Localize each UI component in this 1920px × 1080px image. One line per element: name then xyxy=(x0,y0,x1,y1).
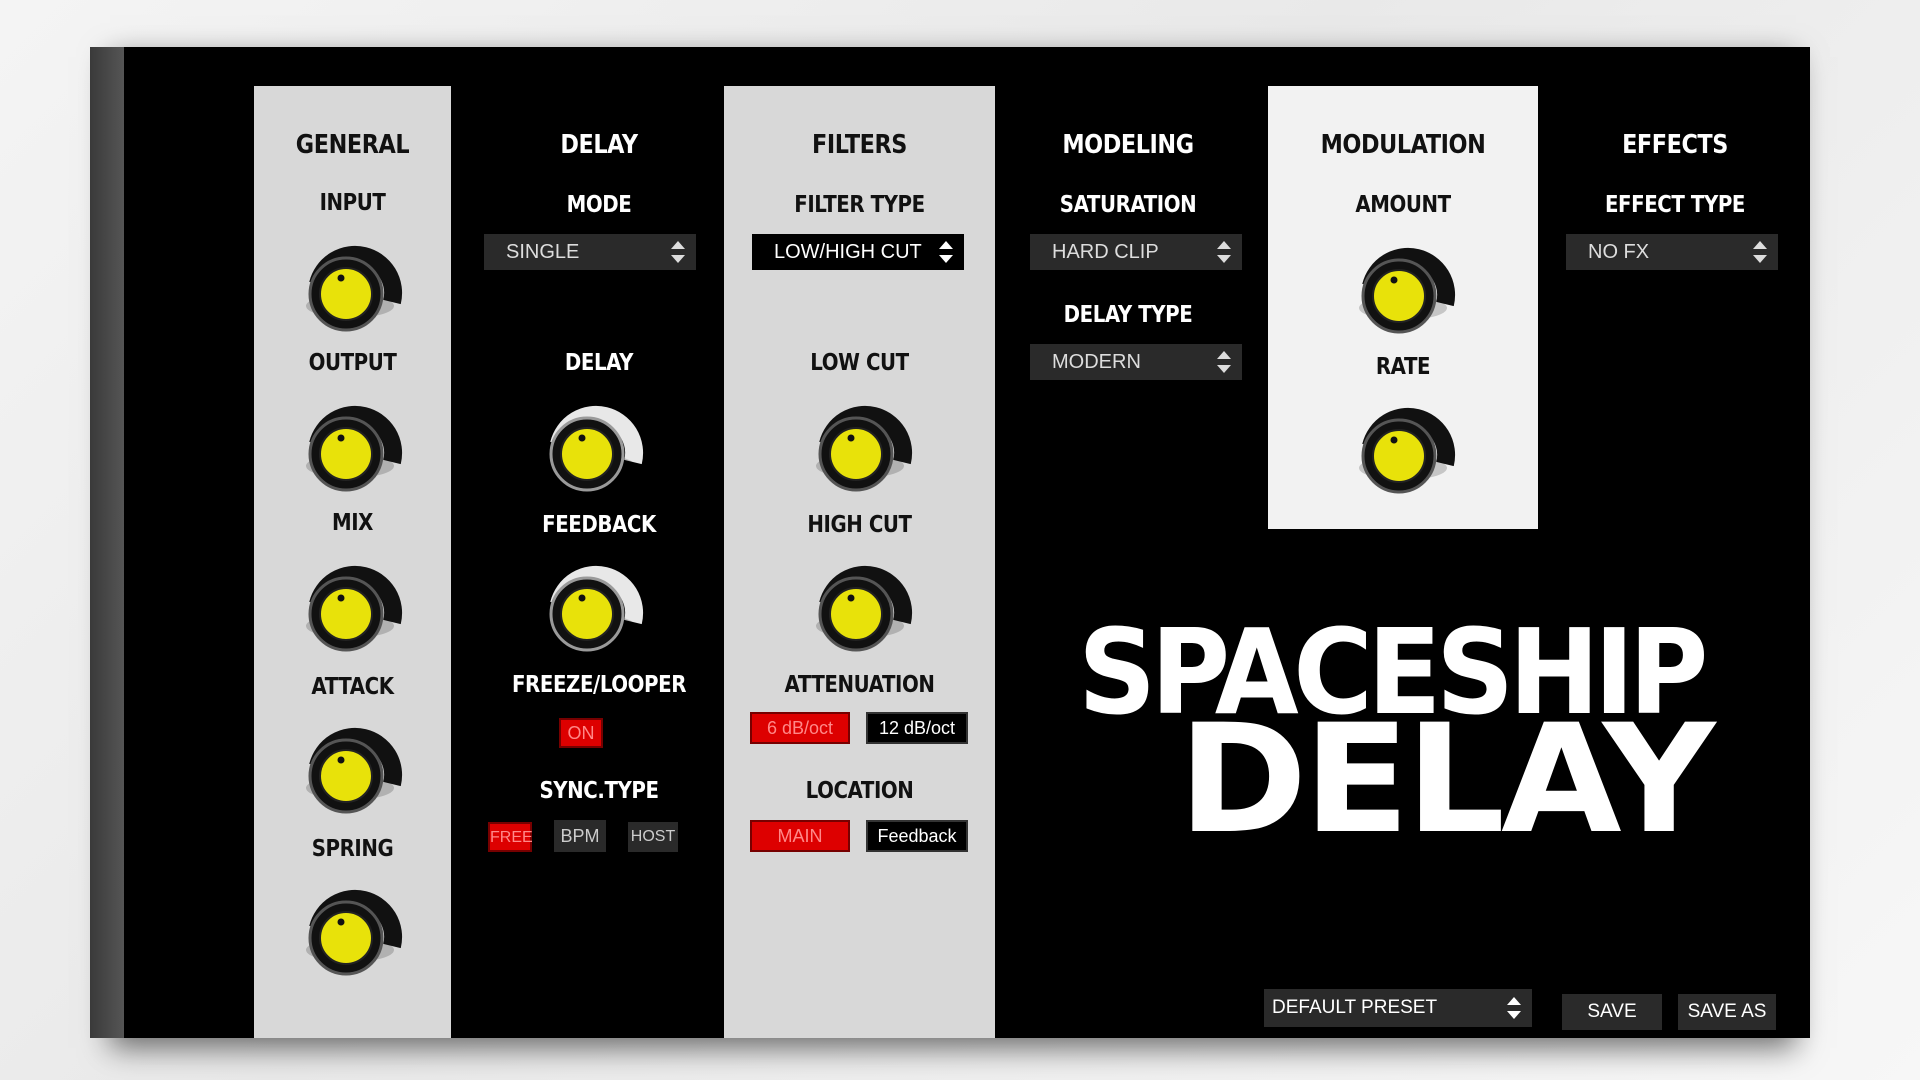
delay-type-select[interactable]: MODERN xyxy=(1030,344,1242,380)
general-panel: GENERAL INPUT OUTPUT MIX ATTACK SPRING xyxy=(254,86,451,1038)
location-main-button[interactable]: MAIN xyxy=(750,820,850,852)
effects-title: EFFECTS xyxy=(1622,130,1728,160)
sync-free-button[interactable]: FREE xyxy=(488,822,533,852)
rate-label: RATE xyxy=(1375,354,1431,380)
mix-knob[interactable] xyxy=(288,542,412,666)
high-cut-knob[interactable] xyxy=(798,542,922,666)
amount-knob[interactable] xyxy=(1341,224,1465,348)
atten-6db-button[interactable]: 6 dB/oct xyxy=(750,712,850,744)
freeze-on-button[interactable]: ON xyxy=(559,718,603,748)
mode-label: MODE xyxy=(566,192,632,218)
filters-title: FILTERS xyxy=(811,130,907,160)
delay-time-knob[interactable] xyxy=(529,382,653,506)
attenuation-label: ATTENUATION xyxy=(784,672,935,698)
effect-type-label: EFFECT TYPE xyxy=(1604,192,1746,218)
feedback-knob[interactable] xyxy=(529,542,653,666)
location-feedback-button[interactable]: Feedback xyxy=(866,820,968,852)
high-cut-label: HIGH CUT xyxy=(807,512,912,538)
atten-12db-button[interactable]: 12 dB/oct xyxy=(866,712,968,744)
low-cut-knob[interactable] xyxy=(798,382,922,506)
freeze-label: FREEZE/LOOPER xyxy=(511,672,687,698)
preset-select[interactable]: DEFAULT PRESET xyxy=(1264,989,1532,1027)
effects-panel: EFFECTS EFFECT TYPE NO FX xyxy=(1544,86,1806,1038)
attack-knob[interactable] xyxy=(288,704,412,828)
preset-value: DEFAULT PRESET xyxy=(1272,997,1438,1018)
modeling-panel: MODELING SATURATION HARD CLIP DELAY TYPE… xyxy=(1004,86,1252,1038)
rate-knob[interactable] xyxy=(1341,384,1465,508)
delay-title: DELAY xyxy=(560,130,638,160)
spring-label: SPRING xyxy=(311,836,394,862)
modulation-title: MODULATION xyxy=(1320,130,1486,160)
filter-type-value: LOW/HIGH CUT xyxy=(774,241,922,263)
select-arrows-icon xyxy=(1507,997,1521,1019)
plugin-window: GENERAL INPUT OUTPUT MIX ATTACK SPRING D… xyxy=(90,47,1810,1038)
brand-title-line2: DELAY xyxy=(1178,693,1716,867)
feedback-label: FEEDBACK xyxy=(542,512,656,538)
general-title: GENERAL xyxy=(295,130,410,160)
plugin-edge xyxy=(90,47,124,1038)
delay-time-label: DELAY xyxy=(564,350,634,376)
sync-bpm-button[interactable]: BPM xyxy=(554,820,606,852)
sync-type-label: SYNC.TYPE xyxy=(539,778,659,804)
location-label: LOCATION xyxy=(805,778,914,804)
modeling-title: MODELING xyxy=(1062,130,1194,160)
effect-type-select[interactable]: NO FX xyxy=(1566,234,1778,270)
input-label: INPUT xyxy=(319,190,386,216)
save-button[interactable]: SAVE xyxy=(1562,994,1662,1030)
select-arrows-icon xyxy=(671,241,685,263)
saturation-select[interactable]: HARD CLIP xyxy=(1030,234,1242,270)
filter-type-label: FILTER TYPE xyxy=(794,192,925,218)
select-arrows-icon xyxy=(1217,351,1231,373)
filters-panel: FILTERS FILTER TYPE LOW/HIGH CUT LOW CUT… xyxy=(724,86,995,1038)
low-cut-label: LOW CUT xyxy=(810,350,909,376)
output-label: OUTPUT xyxy=(308,350,397,376)
select-arrows-icon xyxy=(1753,241,1767,263)
select-arrows-icon xyxy=(1217,241,1231,263)
attack-label: ATTACK xyxy=(311,674,394,700)
spring-knob[interactable] xyxy=(288,866,412,990)
effect-type-value: NO FX xyxy=(1588,241,1650,263)
input-knob[interactable] xyxy=(288,222,412,346)
delay-type-value: MODERN xyxy=(1052,351,1141,373)
save-as-button[interactable]: SAVE AS xyxy=(1678,994,1776,1030)
filter-type-select[interactable]: LOW/HIGH CUT xyxy=(752,234,964,270)
mode-value: SINGLE xyxy=(506,241,580,263)
mix-label: MIX xyxy=(331,510,374,536)
saturation-value: HARD CLIP xyxy=(1052,241,1159,263)
amount-label: AMOUNT xyxy=(1355,192,1451,218)
sync-host-button[interactable]: HOST xyxy=(628,822,678,852)
output-knob[interactable] xyxy=(288,382,412,506)
modulation-panel: MODULATION AMOUNT RATE xyxy=(1268,86,1538,529)
saturation-label: SATURATION xyxy=(1059,192,1197,218)
select-arrows-icon xyxy=(939,241,953,263)
delay-panel: DELAY MODE SINGLE DELAY FEEDBACK FREEZE/… xyxy=(474,86,724,1038)
delay-type-label: DELAY TYPE xyxy=(1063,302,1193,328)
mode-select[interactable]: SINGLE xyxy=(484,234,696,270)
